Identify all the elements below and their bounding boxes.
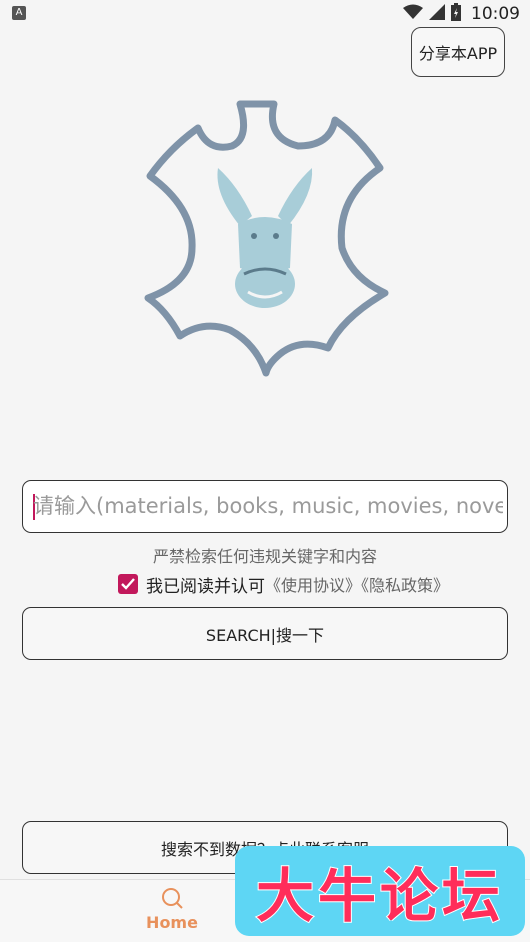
nav-home-tab[interactable]: Home <box>132 886 212 940</box>
battery-icon <box>451 3 461 25</box>
search-input[interactable] <box>33 481 503 531</box>
forum-watermark: 大牛论坛 <box>235 846 525 936</box>
search-icon <box>162 888 183 909</box>
agreement-links[interactable]: 《使用协议》《隐私政策》 <box>265 572 449 596</box>
wifi-icon <box>403 4 423 24</box>
agreement-row: 我已阅读并认可 《使用协议》《隐私政策》 <box>118 572 449 597</box>
search-warning-text: 严禁检索任何违规关键字和内容 <box>152 547 377 566</box>
cellular-signal-icon <box>429 4 445 24</box>
checkmark-icon <box>121 578 135 590</box>
notification-a-icon: A <box>12 6 26 20</box>
nav-home-label: Home <box>146 913 198 932</box>
status-bar-right: 10:09 <box>403 2 520 26</box>
agreement-checkbox[interactable] <box>118 574 138 594</box>
share-app-button[interactable]: 分享本APP <box>411 27 505 77</box>
agreement-label: 我已阅读并认可 <box>146 576 265 597</box>
search-button[interactable]: SEARCH|搜一下 <box>22 607 508 660</box>
search-box[interactable] <box>22 480 508 533</box>
status-time: 10:09 <box>471 4 520 24</box>
watermark-text: 大牛论坛 <box>255 861 504 931</box>
donkey-leather-logo-icon <box>140 98 390 378</box>
status-bar: A 10:09 <box>0 0 530 28</box>
